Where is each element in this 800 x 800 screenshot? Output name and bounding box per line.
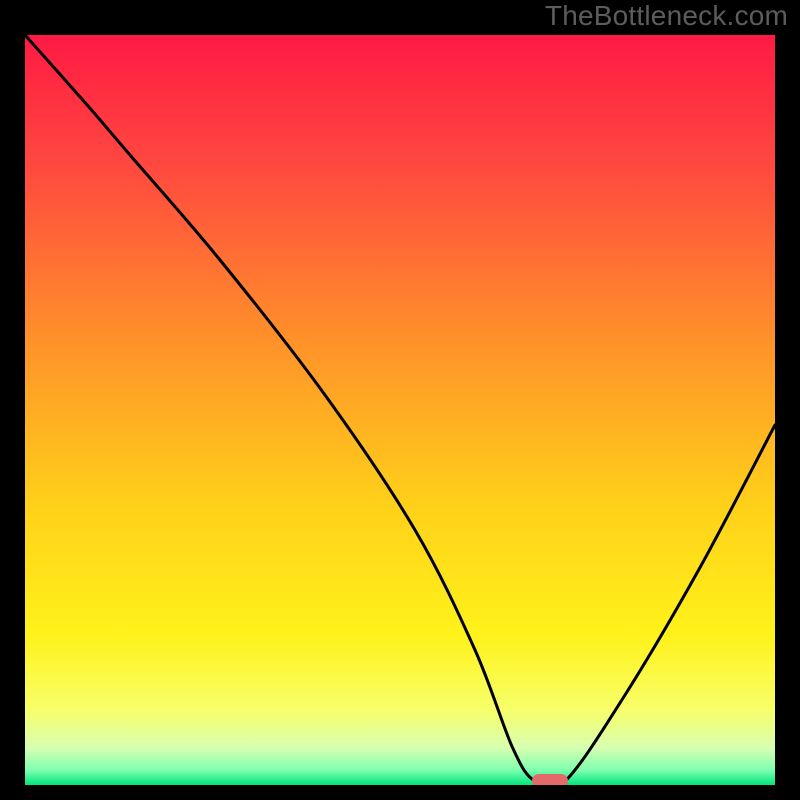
plot-area	[25, 35, 775, 785]
chart-container: TheBottleneck.com	[0, 0, 800, 800]
watermark-text: TheBottleneck.com	[545, 0, 788, 32]
optimum-marker	[532, 774, 568, 785]
bottleneck-curve	[25, 35, 775, 785]
